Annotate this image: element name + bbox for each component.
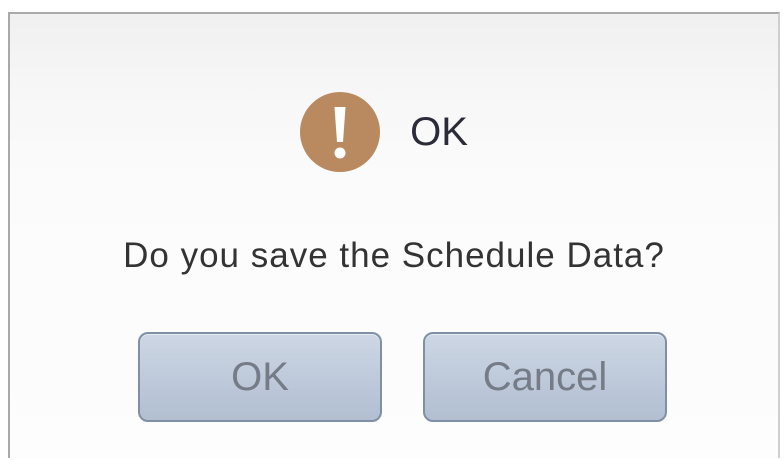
dialog-title: OK: [410, 109, 468, 154]
dialog-message: Do you save the Schedule Data?: [123, 236, 665, 275]
exclamation-glyph: [334, 107, 346, 159]
dialog-header: OK: [10, 92, 778, 172]
exclamation-icon: [300, 92, 381, 172]
cancel-button[interactable]: Cancel: [423, 332, 667, 422]
confirm-dialog: OK Do you save the Schedule Data? OK Can…: [8, 12, 780, 458]
ok-button[interactable]: OK: [138, 332, 382, 422]
